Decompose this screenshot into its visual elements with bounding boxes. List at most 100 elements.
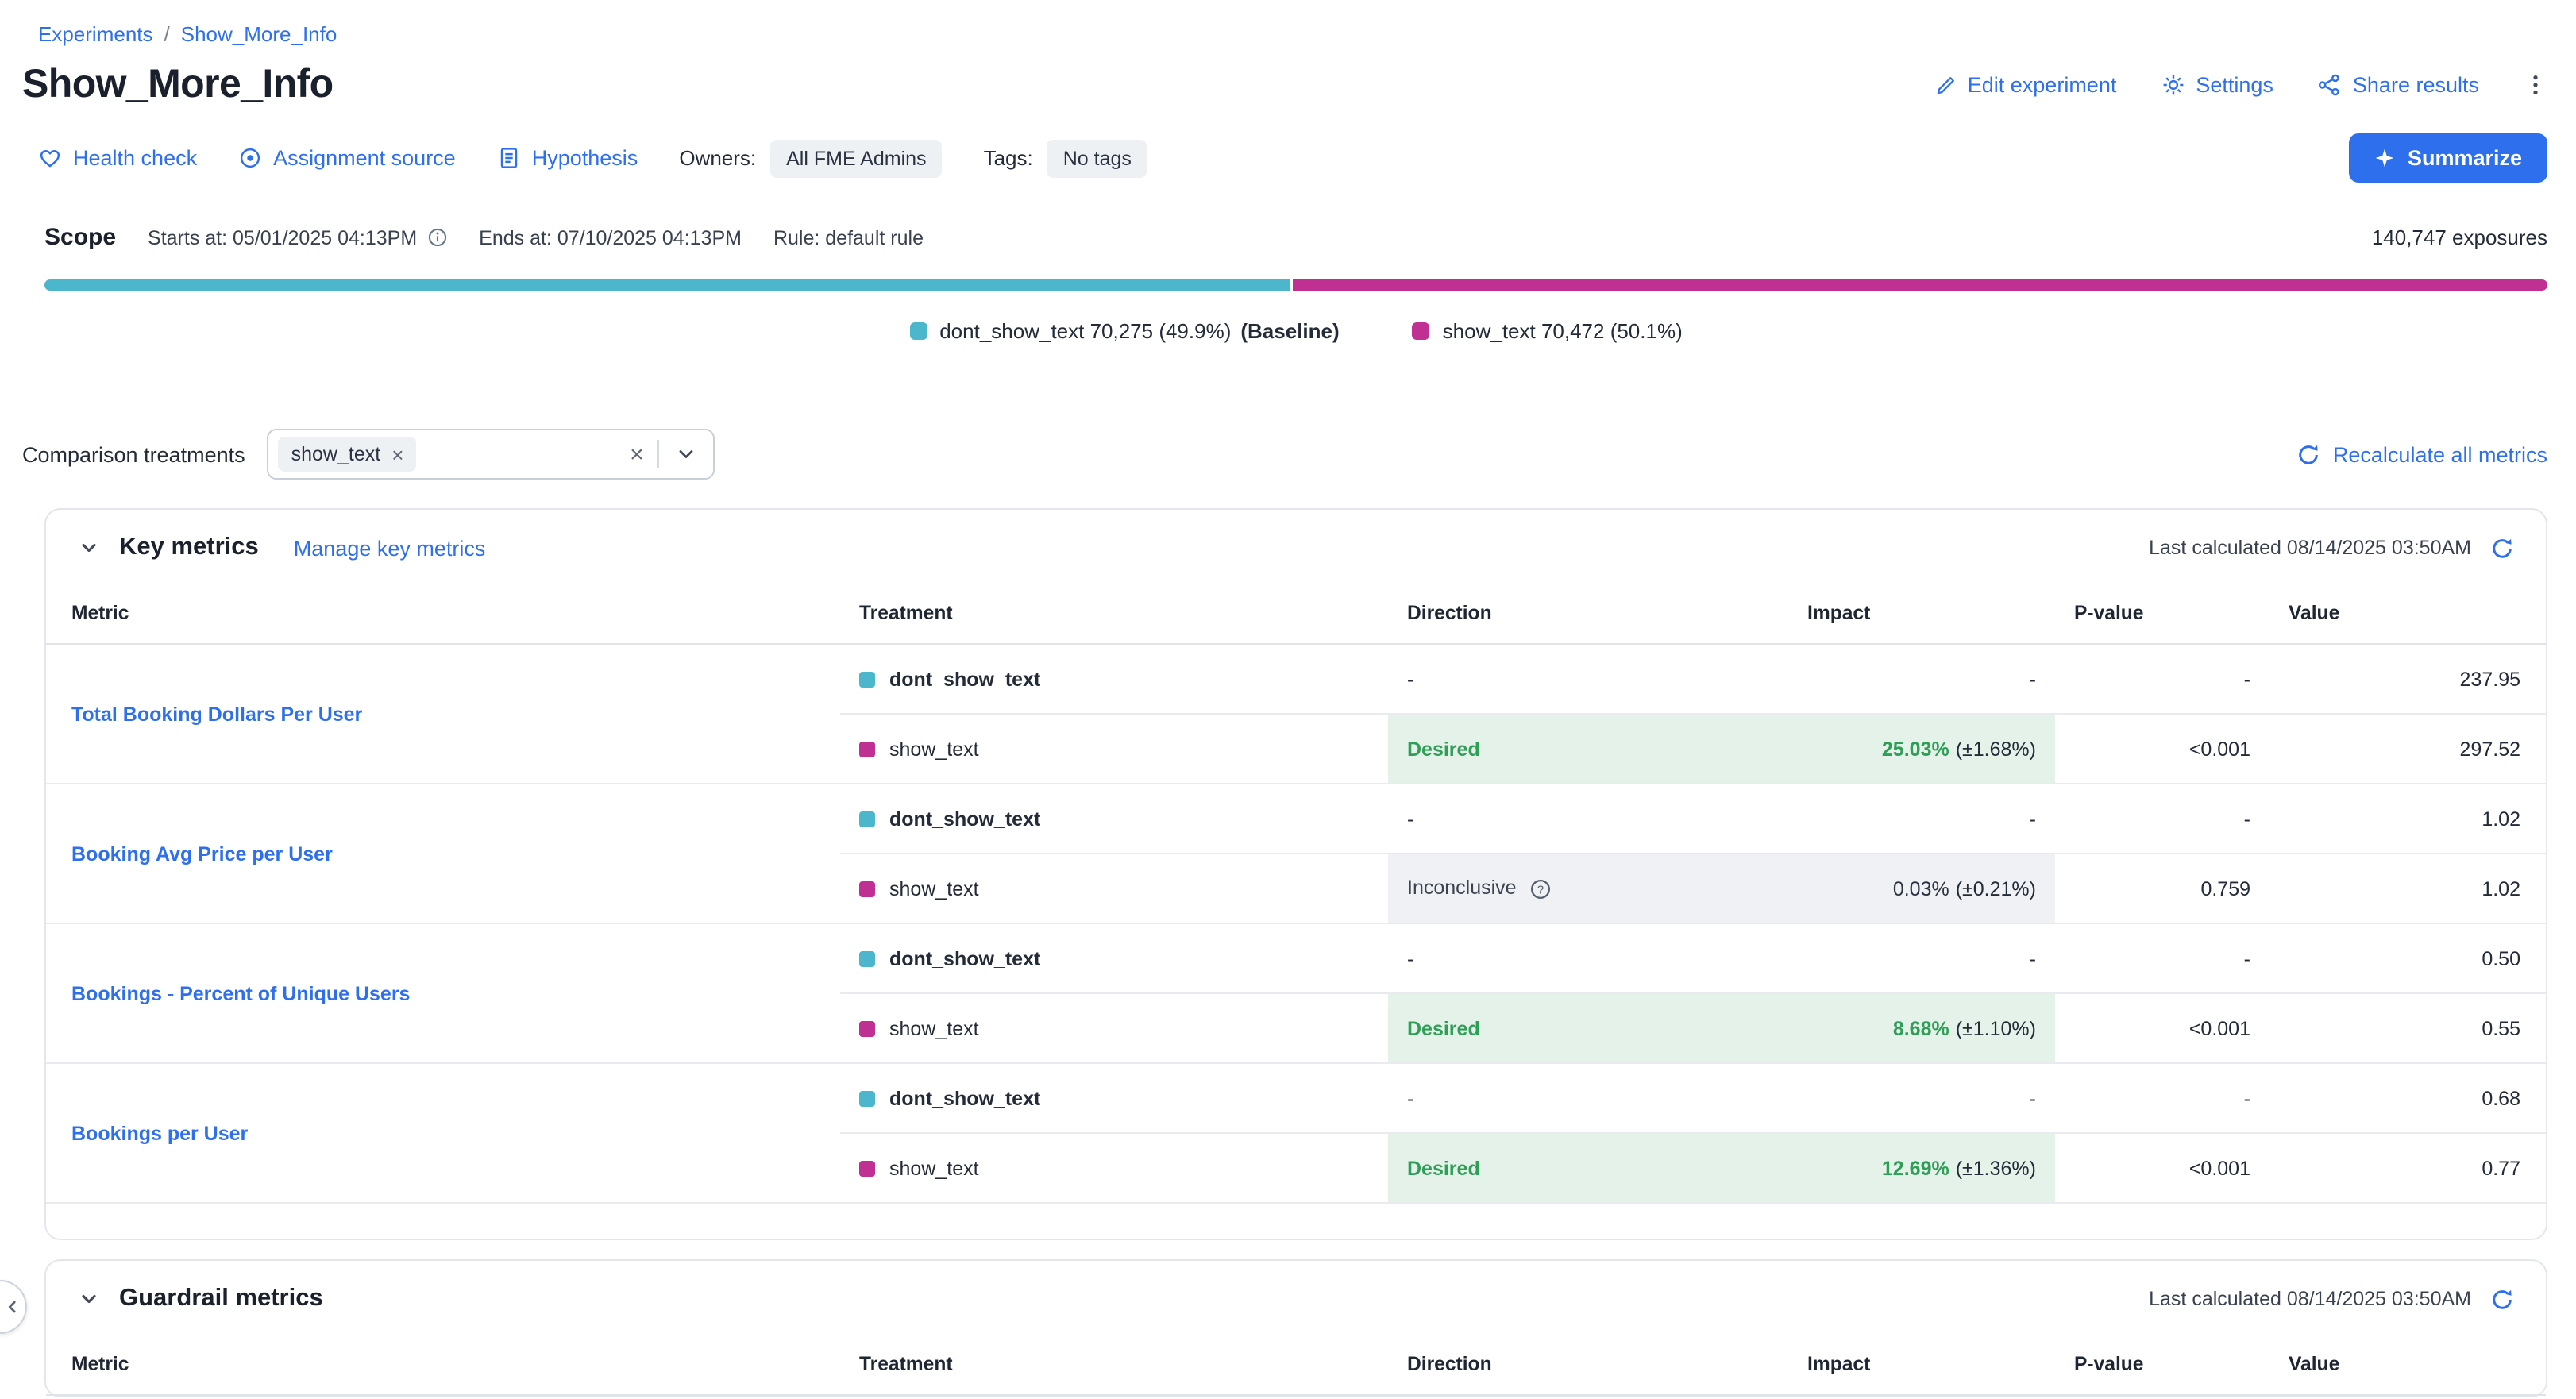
treatment-cell: dont_show_text bbox=[840, 923, 1388, 993]
scope-rule: Rule: default rule bbox=[773, 226, 924, 249]
comparison-treatments-select[interactable]: show_text × × bbox=[268, 429, 715, 480]
treatment-cell: show_text bbox=[840, 1133, 1388, 1203]
treatment-cell: show_text bbox=[840, 993, 1388, 1063]
key-metrics-card: Key metrics Manage key metrics Last calc… bbox=[44, 508, 2547, 1240]
breadcrumb-experiments[interactable]: Experiments bbox=[38, 22, 153, 46]
comparison-treatments-label: Comparison treatments bbox=[22, 442, 245, 466]
impact-cell: - bbox=[1788, 644, 2055, 714]
share-results-button[interactable]: Share results bbox=[2318, 73, 2479, 97]
column-impact: Impact bbox=[1788, 583, 2055, 644]
scope-starts-at: Starts at: 05/01/2025 04:13PM bbox=[148, 226, 447, 249]
direction-cell: Desired bbox=[1388, 1133, 1788, 1203]
treatment-color-swatch bbox=[859, 811, 875, 827]
p-value-cell: - bbox=[2055, 644, 2269, 714]
p-value-cell: <0.001 bbox=[2055, 714, 2269, 784]
sidebar-collapse-toggle[interactable] bbox=[0, 1280, 27, 1334]
owners-label: Owners: bbox=[679, 146, 756, 170]
allocation-segment-treatment bbox=[1294, 279, 2547, 291]
column-value: Value bbox=[2269, 583, 2546, 644]
p-value-cell: <0.001 bbox=[2055, 993, 2269, 1063]
impact-cell: 25.03%(±1.68%) bbox=[1788, 714, 2055, 784]
kebab-icon bbox=[2524, 73, 2547, 97]
refresh-guardrail-metrics-button[interactable] bbox=[2490, 1287, 2514, 1311]
remove-treatment-icon[interactable]: × bbox=[391, 444, 403, 464]
value-cell: 0.55 bbox=[2269, 993, 2546, 1063]
metric-link[interactable]: Bookings per User bbox=[71, 1122, 248, 1144]
value-cell: 297.52 bbox=[2269, 714, 2546, 784]
treatment-color-swatch bbox=[1413, 322, 1430, 340]
sparkle-icon bbox=[2374, 148, 2395, 168]
chevron-down-icon[interactable] bbox=[660, 443, 714, 465]
metric-link[interactable]: Booking Avg Price per User bbox=[71, 842, 333, 865]
impact-cell: - bbox=[1788, 1063, 2055, 1133]
key-metrics-last-calculated: Last calculated 08/14/2025 03:50AM bbox=[2149, 537, 2471, 559]
impact-cell: 0.03%(±0.21%) bbox=[1788, 854, 2055, 923]
assignment-source-link[interactable]: Assignment source bbox=[238, 146, 456, 170]
value-cell: 1.02 bbox=[2269, 854, 2546, 923]
guardrail-metrics-collapse-icon[interactable] bbox=[78, 1288, 100, 1310]
table-row: Total Booking Dollars Per User dont_show… bbox=[46, 644, 2546, 714]
treatment-cell: dont_show_text bbox=[840, 784, 1388, 854]
legend-item-treatment: show_text 70,472 (50.1%) bbox=[1413, 319, 1683, 343]
header-actions: Edit experiment Settings Share results bbox=[1934, 73, 2547, 97]
settings-button[interactable]: Settings bbox=[2161, 73, 2273, 97]
table-header-row: Metric Treatment Direction Impact P-valu… bbox=[46, 1334, 2546, 1395]
tags-label: Tags: bbox=[984, 146, 1033, 170]
breadcrumb-separator: / bbox=[164, 22, 170, 46]
column-metric: Metric bbox=[46, 583, 840, 644]
p-value-cell: 0.759 bbox=[2055, 854, 2269, 923]
table-row: Booking Avg Price per User dont_show_tex… bbox=[46, 784, 2546, 854]
refresh-icon bbox=[2296, 442, 2320, 466]
edit-experiment-label: Edit experiment bbox=[1968, 73, 2117, 97]
treatment-cell: show_text bbox=[840, 714, 1388, 784]
settings-label: Settings bbox=[2196, 73, 2273, 97]
share-icon bbox=[2318, 73, 2342, 97]
owners-chip[interactable]: All FME Admins bbox=[770, 139, 942, 177]
legend-treatment-label: show_text 70,472 (50.1%) bbox=[1443, 319, 1683, 343]
hypothesis-label: Hypothesis bbox=[532, 146, 638, 170]
treatment-color-swatch bbox=[859, 950, 875, 966]
treatment-cell: dont_show_text bbox=[840, 1063, 1388, 1133]
selected-treatment-chip[interactable]: show_text × bbox=[279, 437, 417, 472]
health-check-link[interactable]: Health check bbox=[38, 146, 197, 170]
edit-experiment-button[interactable]: Edit experiment bbox=[1934, 73, 2117, 97]
target-icon bbox=[238, 146, 262, 170]
toolbar: Health check Assignment source Hypothesi… bbox=[22, 133, 2547, 183]
question-circle-icon[interactable]: ? bbox=[1529, 878, 1552, 900]
column-direction: Direction bbox=[1388, 583, 1788, 644]
recalculate-all-metrics-link[interactable]: Recalculate all metrics bbox=[2296, 442, 2547, 466]
direction-cell: - bbox=[1388, 784, 1788, 854]
direction-cell: Inconclusive? bbox=[1388, 854, 1788, 923]
gear-icon bbox=[2161, 73, 2185, 97]
metric-link[interactable]: Bookings - Percent of Unique Users bbox=[71, 982, 410, 1004]
allocation-bar bbox=[44, 279, 2547, 291]
treatment-cell: dont_show_text bbox=[840, 644, 1388, 714]
key-metrics-collapse-icon[interactable] bbox=[78, 537, 100, 559]
refresh-key-metrics-button[interactable] bbox=[2490, 536, 2514, 560]
impact-cell: 12.69%(±1.36%) bbox=[1788, 1133, 2055, 1203]
manage-key-metrics-link[interactable]: Manage key metrics bbox=[294, 536, 486, 560]
tags-chip[interactable]: No tags bbox=[1047, 139, 1147, 177]
page-title: Show_More_Info bbox=[22, 62, 334, 108]
column-direction: Direction bbox=[1388, 1334, 1788, 1395]
value-cell: 0.50 bbox=[2269, 923, 2546, 993]
clear-icon[interactable]: × bbox=[615, 442, 658, 466]
hypothesis-link[interactable]: Hypothesis bbox=[497, 146, 638, 170]
guardrail-metrics-title: Guardrail metrics bbox=[119, 1285, 323, 1313]
summarize-button[interactable]: Summarize bbox=[2349, 133, 2547, 183]
metric-link[interactable]: Total Booking Dollars Per User bbox=[71, 703, 362, 725]
column-p-value: P-value bbox=[2055, 583, 2269, 644]
table-header-row: Metric Treatment Direction Impact P-valu… bbox=[46, 583, 2546, 644]
kebab-menu-button[interactable] bbox=[2524, 73, 2547, 97]
pencil-icon bbox=[1934, 74, 1957, 96]
chevron-left-icon bbox=[3, 1297, 22, 1316]
heart-icon bbox=[38, 146, 62, 170]
direction-cell: Desired bbox=[1388, 714, 1788, 784]
treatment-color-swatch bbox=[859, 1090, 875, 1106]
info-icon[interactable] bbox=[426, 227, 447, 248]
selected-treatment-label: show_text bbox=[291, 443, 381, 465]
column-metric: Metric bbox=[46, 1334, 840, 1395]
breadcrumb-current[interactable]: Show_More_Info bbox=[181, 22, 337, 46]
impact-cell: - bbox=[1788, 923, 2055, 993]
share-results-label: Share results bbox=[2353, 73, 2479, 97]
